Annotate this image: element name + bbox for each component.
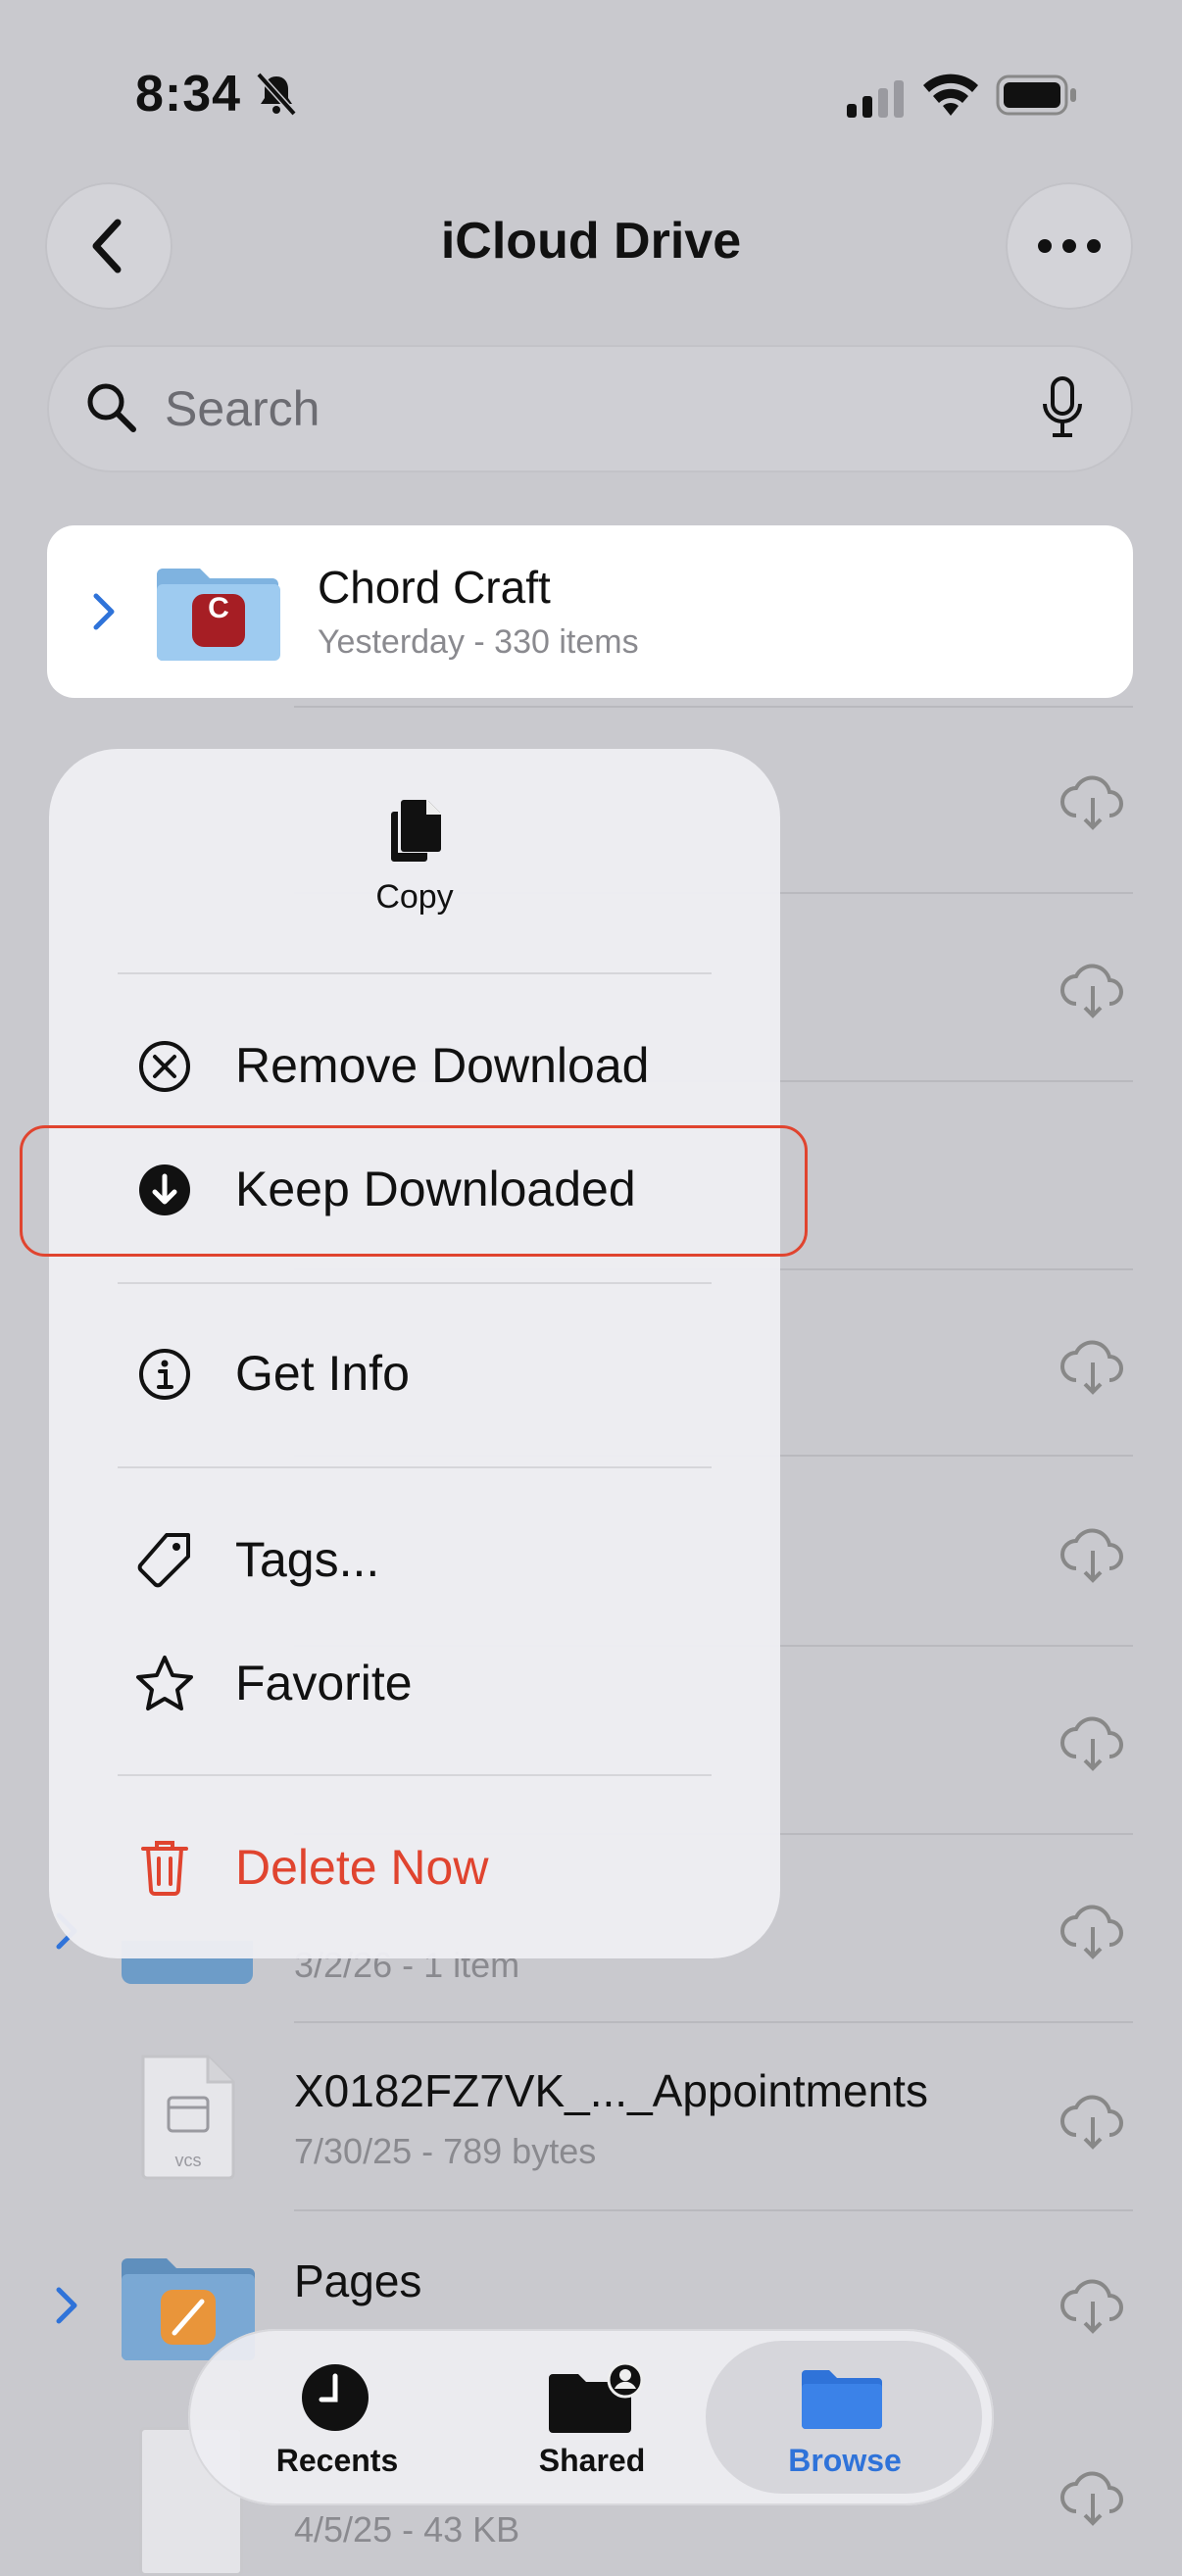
remove-download-label: Remove Download bbox=[235, 1038, 650, 1093]
menu-divider bbox=[118, 972, 712, 974]
tag-icon bbox=[133, 1529, 196, 1592]
list-item-name: Pages bbox=[294, 2255, 422, 2306]
cellular-signal-icon bbox=[847, 78, 906, 118]
folder-detail: Yesterday - 330 items bbox=[318, 623, 639, 661]
favorite-label: Favorite bbox=[235, 1656, 413, 1710]
tags-label: Tags... bbox=[235, 1532, 380, 1587]
folder-name: Chord Craft bbox=[318, 562, 551, 613]
folder-icon bbox=[802, 2366, 882, 2429]
ellipsis-icon bbox=[1038, 239, 1101, 253]
file-type-label: vcs bbox=[174, 2151, 202, 2170]
menu-divider bbox=[118, 1774, 712, 1776]
remove-circle-icon bbox=[133, 1035, 196, 1098]
cloud-download-icon[interactable] bbox=[1059, 2276, 1127, 2335]
chevron-right-icon[interactable] bbox=[90, 592, 118, 631]
tab-recents-label: Recents bbox=[275, 2443, 399, 2478]
row-separator bbox=[294, 706, 1133, 708]
chevron-right-icon[interactable] bbox=[53, 2286, 80, 2325]
copy-label: Copy bbox=[375, 878, 454, 916]
battery-icon bbox=[996, 74, 1078, 116]
cloud-download-icon[interactable] bbox=[1059, 2468, 1127, 2527]
cloud-download-icon[interactable] bbox=[1059, 961, 1127, 1019]
cloud-download-icon[interactable] bbox=[1059, 1713, 1127, 1772]
delete-now-label: Delete Now bbox=[235, 1840, 489, 1895]
chord-craft-app-badge: C bbox=[208, 592, 229, 624]
microphone-icon[interactable] bbox=[1039, 376, 1086, 439]
cloud-download-icon[interactable] bbox=[1059, 772, 1127, 831]
row-separator bbox=[294, 2021, 1133, 2023]
star-icon bbox=[133, 1653, 196, 1715]
list-item-detail: 7/30/25 - 789 bytes bbox=[294, 2131, 597, 2171]
copy-icon bbox=[386, 798, 443, 863]
shared-folder-icon bbox=[549, 2361, 644, 2437]
search-input[interactable]: Search bbox=[165, 380, 320, 437]
selection-highlight bbox=[20, 1125, 808, 1257]
cloud-download-icon[interactable] bbox=[1059, 1902, 1127, 1960]
cloud-download-icon[interactable] bbox=[1059, 1337, 1127, 1396]
row-separator bbox=[294, 2209, 1133, 2211]
get-info-label: Get Info bbox=[235, 1346, 410, 1401]
trash-icon bbox=[133, 1835, 196, 1898]
tab-shared-label: Shared bbox=[538, 2443, 646, 2478]
wifi-icon bbox=[921, 73, 980, 118]
clock-icon bbox=[300, 2362, 370, 2433]
more-button[interactable] bbox=[1006, 182, 1133, 310]
menu-divider bbox=[118, 1282, 712, 1284]
info-circle-icon bbox=[133, 1343, 196, 1406]
cloud-download-icon[interactable] bbox=[1059, 1525, 1127, 1584]
menu-divider bbox=[118, 1466, 712, 1468]
status-time: 8:34 bbox=[135, 66, 242, 123]
tab-browse-label: Browse bbox=[788, 2443, 902, 2478]
search-icon bbox=[84, 380, 139, 435]
list-item-detail: 4/5/25 - 43 KB bbox=[294, 2509, 520, 2550]
list-item-name: X0182FZ7VK_..._Appointments bbox=[294, 2065, 928, 2116]
bell-muted-icon bbox=[253, 71, 300, 118]
page-title: iCloud Drive bbox=[440, 213, 742, 270]
